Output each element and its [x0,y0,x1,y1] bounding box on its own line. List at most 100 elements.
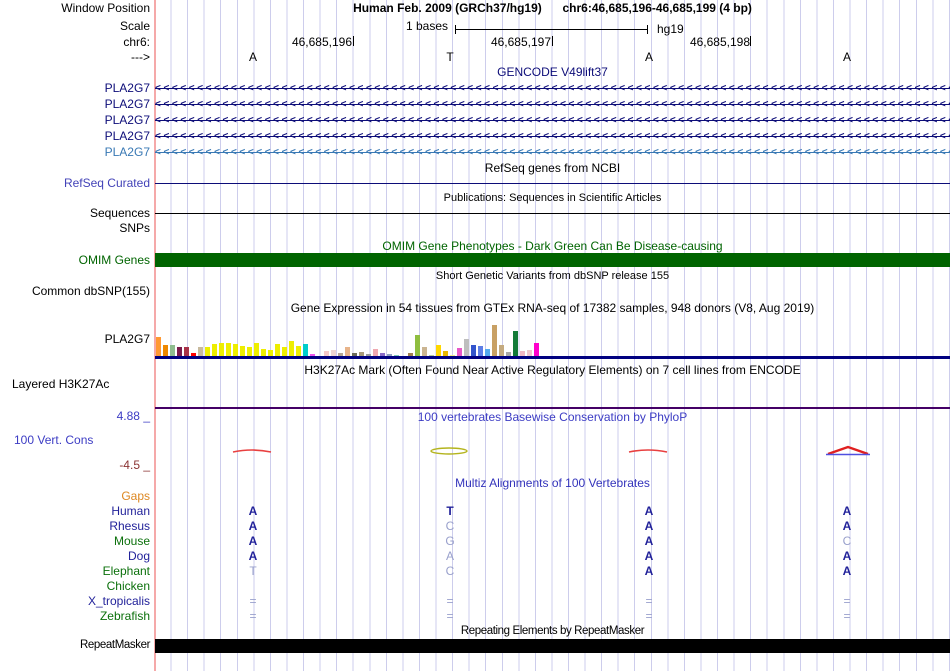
multiz-aligned-base: = [843,594,851,608]
multiz-aligned-base: T [249,564,257,578]
scale-bar-left-tick [455,25,456,34]
gencode-gene-label[interactable]: PLA2G7 [0,129,150,143]
track-label-repeatmasker[interactable]: RepeatMasker [0,639,150,651]
reference-base: T [446,50,454,64]
publications-item-line[interactable] [155,213,950,214]
multiz-species-label[interactable]: Chicken [0,579,150,593]
phylop-score-glyph[interactable] [824,444,872,460]
gtex-baseline [155,356,950,359]
left-arrowheads: <<<<<<<<<<<<<<<<<<<<<<<<<<<<<<<<<<<<<<<<… [155,99,950,110]
gencode-transcript-row[interactable]: <<<<<<<<<<<<<<<<<<<<<<<<<<<<<<<<<<<<<<<<… [155,80,950,96]
omim-gene-bar[interactable] [155,253,950,267]
gencode-transcript-row[interactable]: <<<<<<<<<<<<<<<<<<<<<<<<<<<<<<<<<<<<<<<<… [155,128,950,144]
gencode-gene-label[interactable]: PLA2G7 [0,113,150,127]
phylop-score-glyph[interactable] [626,444,670,459]
multiz-aligned-base: A [644,534,654,548]
gencode-transcript-row[interactable]: <<<<<<<<<<<<<<<<<<<<<<<<<<<<<<<<<<<<<<<<… [155,144,950,160]
track-label-snps[interactable]: SNPs [0,221,150,235]
multiz-aligned-base: A [248,549,258,563]
track-label-h3k27ac[interactable]: Layered H3K27Ac [12,377,109,391]
track-title-publications: Publications: Sequences in Scientific Ar… [443,192,662,204]
multiz-aligned-base: T [446,504,454,518]
gtex-tissue-bar [415,335,420,357]
phylop-max-value: 4.88 _ [116,409,150,423]
track-title-gencode: GENCODE V49lift37 [497,65,608,79]
gencode-gene-label[interactable]: PLA2G7 [0,81,150,95]
multiz-aligned-base: A [644,549,654,563]
multiz-aligned-base: A [842,504,852,518]
multiz-aligned-base: A [644,519,654,533]
position-header: Human Feb. 2009 (GRCh37/hg19) chr6:46,68… [155,1,950,15]
multiz-aligned-base: = [645,609,653,623]
gtex-tissue-bar [513,331,518,357]
track-label-gtex-gene[interactable]: PLA2G7 [0,332,150,346]
multiz-aligned-base: A [644,504,654,518]
assembly-tag: hg19 [657,22,684,36]
gencode-gene-label[interactable]: PLA2G7 [0,97,150,111]
multiz-species-label[interactable]: Gaps [0,489,150,503]
multiz-aligned-base: A [842,549,852,563]
gtex-tissue-bar [254,343,259,357]
left-arrowheads: <<<<<<<<<<<<<<<<<<<<<<<<<<<<<<<<<<<<<<<<… [155,115,950,126]
multiz-aligned-base: = [446,594,454,608]
chrom-label: chr6: [123,35,150,49]
track-title-dbsnp: Short Genetic Variants from dbSNP releas… [435,270,670,282]
h3k27ac-bottom-line[interactable] [155,407,950,409]
track-title-repeatmasker: Repeating Elements by RepeatMasker [460,625,645,637]
gtex-tissue-bar [156,337,161,357]
phylop-min-value: -4.5 _ [119,458,150,472]
track-title-h3k27ac: H3K27Ac Mark (Often Found Near Active Re… [304,363,801,377]
gtex-expression-barchart[interactable] [155,320,950,357]
multiz-aligned-base: = [645,594,653,608]
gtex-tissue-bar [492,325,497,357]
multiz-aligned-base: = [446,609,454,623]
scale-label: Scale [119,19,150,33]
position-range: chr6:46,685,196-46,685,199 (4 bp) [562,1,752,15]
track-label-sequences[interactable]: Sequences [0,206,150,220]
multiz-species-label[interactable]: Dog [0,549,150,563]
scale-bar-right-tick [647,25,648,34]
window-position-label: Window Position [61,1,150,15]
track-label-omim-genes[interactable]: OMIM Genes [0,253,150,267]
gencode-transcript-row[interactable]: <<<<<<<<<<<<<<<<<<<<<<<<<<<<<<<<<<<<<<<<… [155,112,950,128]
multiz-aligned-base: A [644,564,654,578]
gtex-tissue-bar [289,341,294,357]
phylop-score-glyph[interactable] [230,444,274,459]
multiz-aligned-base: = [249,594,257,608]
track-title-gtex: Gene Expression in 54 tissues from GTEx … [290,301,815,315]
multiz-species-label[interactable]: Mouse [0,534,150,548]
ruler-coord: 46,685,196 [291,35,352,49]
gtex-tissue-bar [219,343,224,357]
multiz-species-label[interactable]: X_tropicalis [0,594,150,608]
multiz-species-label[interactable]: Zebrafish [0,609,150,623]
track-title-omim: OMIM Gene Phenotypes - Dark Green Can Be… [382,239,723,253]
track-label-common-dbsnp[interactable]: Common dbSNP(155) [0,284,150,298]
scale-bar [455,29,648,30]
ruler-tick [552,36,553,46]
ruler-tick [750,36,751,46]
gencode-gene-label[interactable]: PLA2G7 [0,145,150,159]
multiz-aligned-base: A [445,549,454,563]
genome-browser-image: Window Position Human Feb. 2009 (GRCh37/… [0,0,950,671]
gencode-transcript-row[interactable]: <<<<<<<<<<<<<<<<<<<<<<<<<<<<<<<<<<<<<<<<… [155,96,950,112]
refseq-gene-line[interactable] [155,183,950,184]
gtex-tissue-bar [464,339,469,357]
multiz-species-label[interactable]: Elephant [0,564,150,578]
phylop-score-glyph[interactable] [427,444,471,459]
multiz-aligned-base: C [445,564,455,578]
assembly-name: Human Feb. 2009 (GRCh37/hg19) [353,1,542,15]
multiz-aligned-base: C [445,519,455,533]
gtex-tissue-bar [534,343,539,357]
multiz-species-label[interactable]: Human [0,504,150,518]
ruler-tick [353,36,354,46]
multiz-species-label[interactable]: Rhesus [0,519,150,533]
multiz-aligned-base: A [248,504,258,518]
reference-base: A [842,50,851,64]
left-arrowheads: <<<<<<<<<<<<<<<<<<<<<<<<<<<<<<<<<<<<<<<<… [155,147,950,158]
multiz-aligned-base: C [842,534,852,548]
track-label-phylop[interactable]: 100 Vert. Cons [14,433,93,447]
track-label-refseq-curated[interactable]: RefSeq Curated [0,176,150,190]
repeatmasker-element-bar[interactable] [155,639,950,653]
gtex-tissue-bar [226,343,231,357]
multiz-aligned-base: A [248,519,258,533]
